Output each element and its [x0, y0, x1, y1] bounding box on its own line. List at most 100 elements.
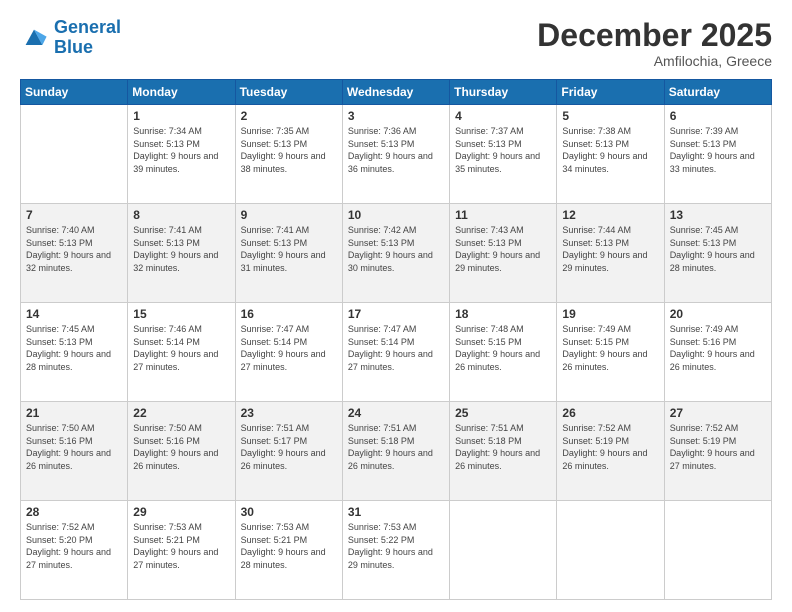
table-row: 7 Sunrise: 7:40 AMSunset: 5:13 PMDaylight…	[21, 204, 128, 303]
day-info: Sunrise: 7:45 AMSunset: 5:13 PMDaylight:…	[670, 224, 766, 274]
day-info: Sunrise: 7:45 AMSunset: 5:13 PMDaylight:…	[26, 323, 122, 373]
day-info: Sunrise: 7:51 AMSunset: 5:17 PMDaylight:…	[241, 422, 337, 472]
table-row: 19 Sunrise: 7:49 AMSunset: 5:15 PMDayligh…	[557, 303, 664, 402]
day-info: Sunrise: 7:53 AMSunset: 5:21 PMDaylight:…	[241, 521, 337, 571]
day-info: Sunrise: 7:34 AMSunset: 5:13 PMDaylight:…	[133, 125, 229, 175]
logo-line2: Blue	[54, 37, 93, 57]
day-number: 22	[133, 406, 229, 420]
table-row: 14 Sunrise: 7:45 AMSunset: 5:13 PMDayligh…	[21, 303, 128, 402]
table-row: 9Sunrise: 7:41 AMSunset: 5:13 PMDaylight…	[235, 204, 342, 303]
table-row	[664, 501, 771, 600]
day-number: 2	[241, 109, 337, 123]
day-number: 13	[670, 208, 766, 222]
day-number: 30	[241, 505, 337, 519]
table-row: 27 Sunrise: 7:52 AMSunset: 5:19 PMDayligh…	[664, 402, 771, 501]
day-number: 18	[455, 307, 551, 321]
table-row: 6Sunrise: 7:39 AMSunset: 5:13 PMDaylight…	[664, 105, 771, 204]
day-info: Sunrise: 7:36 AMSunset: 5:13 PMDaylight:…	[348, 125, 444, 175]
col-tuesday: Tuesday	[235, 80, 342, 105]
month-title: December 2025	[537, 18, 772, 53]
table-row: 11 Sunrise: 7:43 AMSunset: 5:13 PMDayligh…	[450, 204, 557, 303]
calendar-week-row: 7 Sunrise: 7:40 AMSunset: 5:13 PMDaylight…	[21, 204, 772, 303]
col-sunday: Sunday	[21, 80, 128, 105]
day-number: 29	[133, 505, 229, 519]
table-row: 15 Sunrise: 7:46 AMSunset: 5:14 PMDayligh…	[128, 303, 235, 402]
logo-text: General Blue	[54, 18, 121, 58]
day-info: Sunrise: 7:50 AMSunset: 5:16 PMDaylight:…	[26, 422, 122, 472]
col-saturday: Saturday	[664, 80, 771, 105]
table-row	[450, 501, 557, 600]
day-number: 4	[455, 109, 551, 123]
table-row: 25Sunrise: 7:51 AMSunset: 5:18 PMDayligh…	[450, 402, 557, 501]
table-row: 16Sunrise: 7:47 AMSunset: 5:14 PMDayligh…	[235, 303, 342, 402]
day-info: Sunrise: 7:41 AMSunset: 5:13 PMDaylight:…	[133, 224, 229, 274]
col-wednesday: Wednesday	[342, 80, 449, 105]
calendar-week-row: 28Sunrise: 7:52 AMSunset: 5:20 PMDayligh…	[21, 501, 772, 600]
day-number: 19	[562, 307, 658, 321]
day-info: Sunrise: 7:53 AMSunset: 5:22 PMDaylight:…	[348, 521, 444, 571]
day-number: 25	[455, 406, 551, 420]
day-number: 26	[562, 406, 658, 420]
day-number: 6	[670, 109, 766, 123]
day-info: Sunrise: 7:48 AMSunset: 5:15 PMDaylight:…	[455, 323, 551, 373]
day-number: 27	[670, 406, 766, 420]
day-info: Sunrise: 7:35 AMSunset: 5:13 PMDaylight:…	[241, 125, 337, 175]
day-info: Sunrise: 7:38 AMSunset: 5:13 PMDaylight:…	[562, 125, 658, 175]
day-number: 17	[348, 307, 444, 321]
day-number: 28	[26, 505, 122, 519]
day-info: Sunrise: 7:52 AMSunset: 5:19 PMDaylight:…	[670, 422, 766, 472]
day-info: Sunrise: 7:46 AMSunset: 5:14 PMDaylight:…	[133, 323, 229, 373]
table-row: 17 Sunrise: 7:47 AMSunset: 5:14 PMDayligh…	[342, 303, 449, 402]
logo: General Blue	[20, 18, 121, 58]
day-info: Sunrise: 7:44 AMSunset: 5:13 PMDaylight:…	[562, 224, 658, 274]
col-monday: Monday	[128, 80, 235, 105]
day-number: 1	[133, 109, 229, 123]
day-number: 15	[133, 307, 229, 321]
day-number: 20	[670, 307, 766, 321]
table-row: 5 Sunrise: 7:38 AMSunset: 5:13 PMDaylight…	[557, 105, 664, 204]
day-info: Sunrise: 7:43 AMSunset: 5:13 PMDaylight:…	[455, 224, 551, 274]
day-number: 11	[455, 208, 551, 222]
day-info: Sunrise: 7:40 AMSunset: 5:13 PMDaylight:…	[26, 224, 122, 274]
logo-icon	[20, 24, 48, 52]
table-row: 29Sunrise: 7:53 AMSunset: 5:21 PMDayligh…	[128, 501, 235, 600]
day-info: Sunrise: 7:47 AMSunset: 5:14 PMDaylight:…	[348, 323, 444, 373]
day-info: Sunrise: 7:50 AMSunset: 5:16 PMDaylight:…	[133, 422, 229, 472]
table-row: 24Sunrise: 7:51 AMSunset: 5:18 PMDayligh…	[342, 402, 449, 501]
table-row: 28Sunrise: 7:52 AMSunset: 5:20 PMDayligh…	[21, 501, 128, 600]
table-row: 8 Sunrise: 7:41 AMSunset: 5:13 PMDaylight…	[128, 204, 235, 303]
day-number: 8	[133, 208, 229, 222]
day-number: 5	[562, 109, 658, 123]
day-info: Sunrise: 7:51 AMSunset: 5:18 PMDaylight:…	[348, 422, 444, 472]
day-number: 21	[26, 406, 122, 420]
calendar-week-row: 1 Sunrise: 7:34 AMSunset: 5:13 PMDaylight…	[21, 105, 772, 204]
day-info: Sunrise: 7:49 AMSunset: 5:15 PMDaylight:…	[562, 323, 658, 373]
table-row: 13 Sunrise: 7:45 AMSunset: 5:13 PMDayligh…	[664, 204, 771, 303]
day-number: 3	[348, 109, 444, 123]
logo-line1: General	[54, 17, 121, 37]
calendar-week-row: 14 Sunrise: 7:45 AMSunset: 5:13 PMDayligh…	[21, 303, 772, 402]
day-number: 7	[26, 208, 122, 222]
col-thursday: Thursday	[450, 80, 557, 105]
header: General Blue December 2025 Amfilochia, G…	[20, 18, 772, 69]
col-friday: Friday	[557, 80, 664, 105]
table-row: 31Sunrise: 7:53 AMSunset: 5:22 PMDayligh…	[342, 501, 449, 600]
table-row: 26Sunrise: 7:52 AMSunset: 5:19 PMDayligh…	[557, 402, 664, 501]
table-row: 10Sunrise: 7:42 AMSunset: 5:13 PMDayligh…	[342, 204, 449, 303]
day-number: 23	[241, 406, 337, 420]
day-info: Sunrise: 7:47 AMSunset: 5:14 PMDaylight:…	[241, 323, 337, 373]
table-row: 12 Sunrise: 7:44 AMSunset: 5:13 PMDayligh…	[557, 204, 664, 303]
day-number: 9	[241, 208, 337, 222]
day-number: 10	[348, 208, 444, 222]
title-block: December 2025 Amfilochia, Greece	[537, 18, 772, 69]
table-row: 23 Sunrise: 7:51 AMSunset: 5:17 PMDayligh…	[235, 402, 342, 501]
day-number: 12	[562, 208, 658, 222]
location-subtitle: Amfilochia, Greece	[537, 53, 772, 69]
day-number: 14	[26, 307, 122, 321]
calendar-table: Sunday Monday Tuesday Wednesday Thursday…	[20, 79, 772, 600]
table-row: 20 Sunrise: 7:49 AMSunset: 5:16 PMDayligh…	[664, 303, 771, 402]
table-row: 1 Sunrise: 7:34 AMSunset: 5:13 PMDaylight…	[128, 105, 235, 204]
day-info: Sunrise: 7:49 AMSunset: 5:16 PMDaylight:…	[670, 323, 766, 373]
table-row: 30 Sunrise: 7:53 AMSunset: 5:21 PMDayligh…	[235, 501, 342, 600]
calendar-week-row: 21 Sunrise: 7:50 AMSunset: 5:16 PMDayligh…	[21, 402, 772, 501]
